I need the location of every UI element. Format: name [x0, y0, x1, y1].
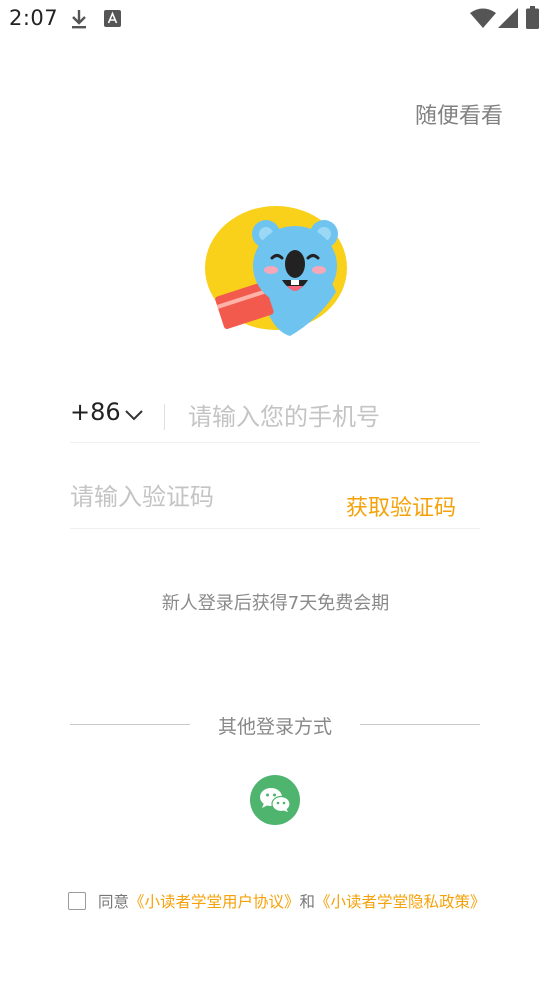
other-login-section: 其他登录方式 [70, 712, 480, 740]
download-icon [70, 8, 88, 34]
login-screen: 2:07 随便看看 +86 请输入您的手机号 请输入验证码 获取验证码 新人登录… [0, 0, 551, 981]
wechat-icon [260, 788, 291, 813]
status-time: 2:07 [9, 6, 59, 30]
code-input-row: 获取验证码 [70, 472, 480, 529]
country-code-selector[interactable]: +86 [70, 398, 121, 426]
divider-line-right [360, 724, 480, 725]
chevron-down-icon[interactable] [124, 406, 144, 425]
phone-input-row: +86 [70, 392, 480, 443]
battery-icon [526, 6, 539, 33]
phone-number-input[interactable] [188, 400, 478, 434]
user-agreement-link[interactable]: 《小读者学堂用户协议》 [129, 893, 300, 911]
agreement-row: 同意《小读者学堂用户协议》和《小读者学堂隐私政策》 [68, 889, 538, 915]
signal-icon [498, 8, 518, 32]
agreement-prefix: 同意 [98, 893, 130, 911]
status-bar: 2:07 [0, 0, 551, 40]
agreement-text: 同意《小读者学堂用户协议》和《小读者学堂隐私政策》 [98, 890, 486, 912]
get-code-button[interactable]: 获取验证码 [346, 490, 456, 522]
privacy-policy-link[interactable]: 《小读者学堂隐私政策》 [315, 893, 486, 911]
koala-mascot-logo [198, 200, 354, 342]
skip-browse-link[interactable]: 随便看看 [415, 98, 503, 130]
other-login-label: 其他登录方式 [217, 716, 332, 738]
wifi-icon [470, 8, 496, 32]
agreement-checkbox[interactable] [68, 892, 86, 910]
wechat-login-button[interactable] [250, 775, 300, 825]
keyboard-a-icon [104, 10, 121, 31]
verification-code-input[interactable] [70, 480, 320, 514]
promo-text: 新人登录后获得7天免费会期 [161, 593, 390, 614]
agreement-conjunction: 和 [299, 893, 316, 911]
divider [164, 404, 165, 430]
